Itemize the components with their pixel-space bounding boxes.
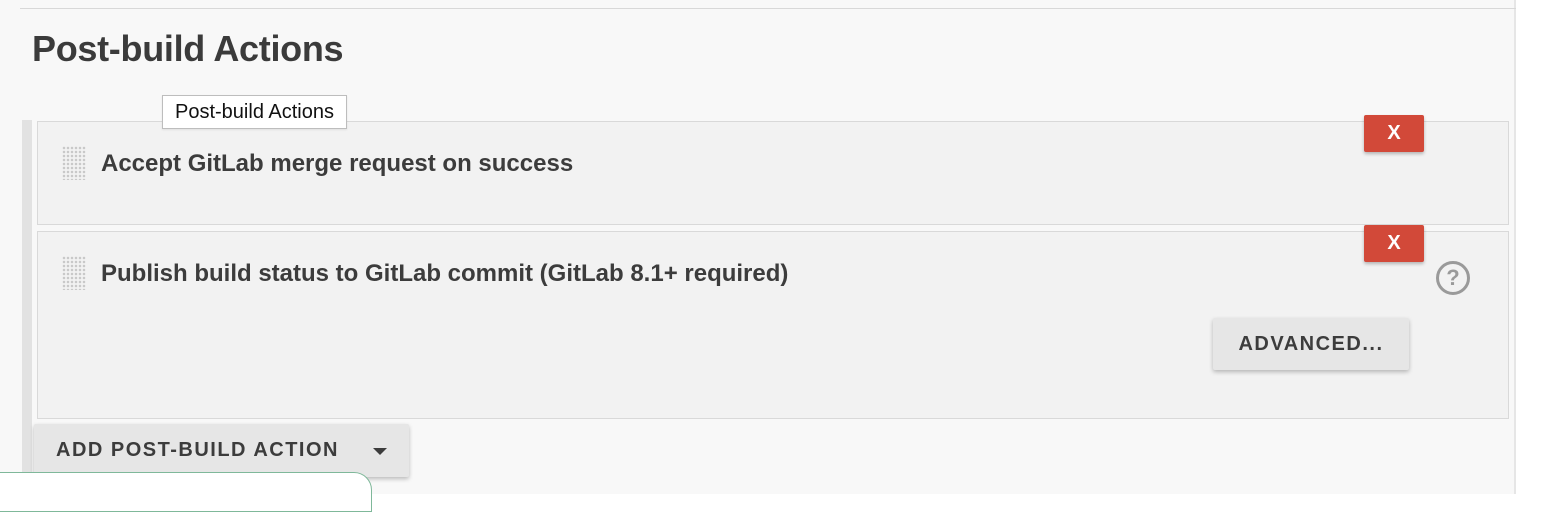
add-post-build-action-button[interactable]: ADD POST-BUILD ACTION xyxy=(34,424,409,477)
drag-handle-icon[interactable] xyxy=(62,146,86,180)
advanced-button[interactable]: ADVANCED... xyxy=(1213,318,1409,370)
delete-action-button[interactable]: X xyxy=(1364,115,1424,152)
bottom-panel-tab xyxy=(0,472,372,512)
post-build-action-card-accept-merge-request: Accept GitLab merge request on success X xyxy=(37,115,1509,225)
delete-action-button[interactable]: X xyxy=(1364,225,1424,262)
post-build-actions-panel: Post-build Actions Accept GitLab merge r… xyxy=(0,0,1516,512)
section-divider xyxy=(20,8,1516,9)
section-title: Post-build Actions xyxy=(32,28,344,69)
help-icon[interactable]: ? xyxy=(1436,261,1470,295)
tooltip: Post-build Actions xyxy=(162,95,347,129)
section-left-rail xyxy=(22,120,32,494)
caret-down-icon xyxy=(373,448,387,455)
add-post-build-action-label: ADD POST-BUILD ACTION xyxy=(56,439,339,461)
action-title: Publish build status to GitLab commit (G… xyxy=(101,260,789,287)
post-build-action-card-publish-build-status: Publish build status to GitLab commit (G… xyxy=(37,225,1509,419)
drag-handle-icon[interactable] xyxy=(62,256,86,290)
action-title: Accept GitLab merge request on success xyxy=(101,150,574,177)
